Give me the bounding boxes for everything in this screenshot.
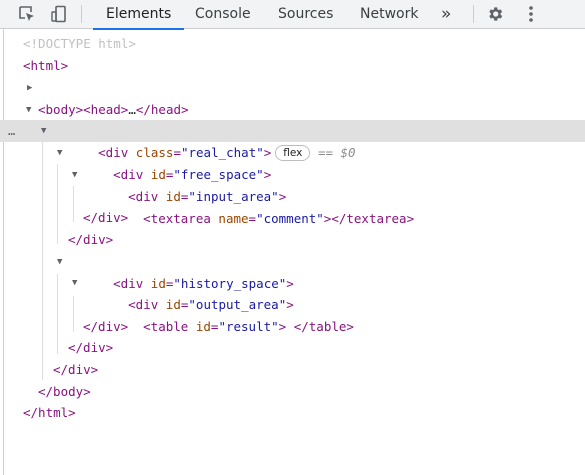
dom-node-history-space[interactable]: ▼ <div id="history_space"> [0,251,585,291]
collapse-triangle-icon[interactable]: ▼ [72,164,77,186]
tab-network[interactable]: Network [360,0,418,29]
body-open-tag: <body> [38,102,84,117]
html-close-tag: </html> [23,405,76,420]
dom-node-head[interactable]: ▶ <head>…</head> [0,77,585,117]
dom-node-close[interactable]: </div> [0,337,585,359]
collapse-triangle-icon[interactable]: ▼ [57,142,62,164]
toolbar-divider [473,5,474,23]
tab-sources[interactable]: Sources [278,0,333,29]
dom-node-close[interactable]: </div> [0,359,585,381]
more-tabs-chevron-icon[interactable]: » [441,0,451,29]
collapse-triangle-icon[interactable]: ▼ [57,251,62,273]
dom-node-html[interactable]: <html> [0,55,585,77]
dom-node-input-area[interactable]: ▼ <div id="input_area"> [0,164,585,204]
collapse-triangle-icon[interactable]: ▼ [72,272,77,294]
dom-node-table[interactable]: <table id="result"> </table> [0,294,585,334]
expand-triangle-icon[interactable]: ▶ [27,77,32,99]
div-close-tag: </div> [68,232,114,247]
dom-node-close[interactable]: </body> [0,381,585,403]
toolbar-divider [81,5,82,23]
dom-node-doctype[interactable]: <!DOCTYPE html> [0,33,585,55]
body-close-tag: </body> [38,384,91,399]
inspect-element-icon[interactable] [17,4,37,24]
doctype-text: <!DOCTYPE html> [23,36,136,51]
devtools-toolbar: Elements Console Sources Network » [0,0,585,30]
collapse-triangle-icon[interactable]: ▼ [26,99,31,121]
more-options-kebab-icon[interactable] [521,4,541,24]
tab-elements[interactable]: Elements [92,0,185,30]
dom-node-body[interactable]: ▼ <body> [0,99,585,121]
dom-node-real-chat[interactable]: … ▼ <div class="real_chat"> flex == $0 [0,120,585,161]
html-open-tag: <html> [23,58,69,73]
dom-node-close[interactable]: </div> [0,316,585,338]
div-close-tag: </div> [68,340,114,355]
dom-node-close[interactable]: </div> [0,229,585,251]
tab-console[interactable]: Console [195,0,251,29]
dom-node-close[interactable]: </html> [0,402,585,424]
dom-node-textarea[interactable]: <textarea name="comment"></textarea> [0,186,585,226]
node-actions-ellipsis[interactable]: … [8,120,15,142]
dom-node-output-area[interactable]: ▼ <div id="output_area"> [0,272,585,312]
dom-node-free-space[interactable]: ▼ <div id="free_space"> [0,142,585,182]
device-toolbar-icon[interactable] [49,4,69,24]
dom-tree: <!DOCTYPE html> <html> ▶ <head>…</head> … [0,29,585,475]
settings-gear-icon[interactable] [485,4,505,24]
div-close-tag: </div> [83,210,129,225]
dom-node-close[interactable]: </div> [0,207,585,229]
div-close-tag: </div> [83,319,129,334]
div-close-tag: </div> [53,362,99,377]
collapse-triangle-icon[interactable]: ▼ [41,120,46,142]
